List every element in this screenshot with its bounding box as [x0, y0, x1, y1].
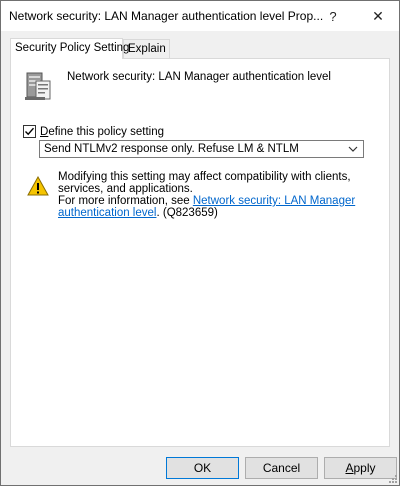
help-icon: ? — [329, 8, 337, 24]
help-button[interactable]: ? — [316, 1, 350, 31]
resize-grip-icon[interactable] — [387, 473, 397, 483]
tab-security-policy-setting[interactable]: Security Policy Setting — [10, 38, 129, 59]
close-icon: ✕ — [372, 7, 384, 24]
properties-dialog: Network security: LAN Manager authentica… — [0, 0, 400, 486]
window-title: Network security: LAN Manager authentica… — [9, 9, 324, 23]
authentication-level-dropdown[interactable]: Send NTLMv2 response only. Refuse LM & N… — [39, 140, 364, 158]
server-policy-icon — [25, 72, 51, 100]
ok-button[interactable]: OK — [166, 457, 239, 479]
kb-reference: . (Q823659) — [156, 207, 218, 219]
tab-panel: Network security: LAN Manager authentica… — [10, 58, 390, 447]
more-info-prefix: For more information, see — [58, 195, 193, 207]
define-policy-label: Define this policy setting — [40, 125, 165, 138]
define-policy-row[interactable]: Define this policy setting — [23, 125, 164, 138]
policy-name: Network security: LAN Manager authentica… — [67, 71, 331, 83]
checkmark-icon — [25, 127, 35, 136]
tab-explain[interactable]: Explain — [123, 39, 170, 59]
compatibility-warning: Modifying this setting may affect compat… — [58, 171, 368, 219]
title-bar[interactable]: Network security: LAN Manager authentica… — [1, 1, 399, 31]
dialog-buttons: OK Cancel Apply — [1, 457, 399, 481]
cancel-button[interactable]: Cancel — [245, 457, 318, 479]
warning-line: Modifying this setting may affect compat… — [58, 171, 351, 195]
close-button[interactable]: ✕ — [361, 1, 395, 31]
warning-icon — [27, 176, 49, 196]
dropdown-selected-value: Send NTLMv2 response only. Refuse LM & N… — [44, 143, 299, 155]
define-policy-checkbox[interactable] — [23, 125, 36, 138]
chevron-down-icon — [348, 146, 358, 152]
